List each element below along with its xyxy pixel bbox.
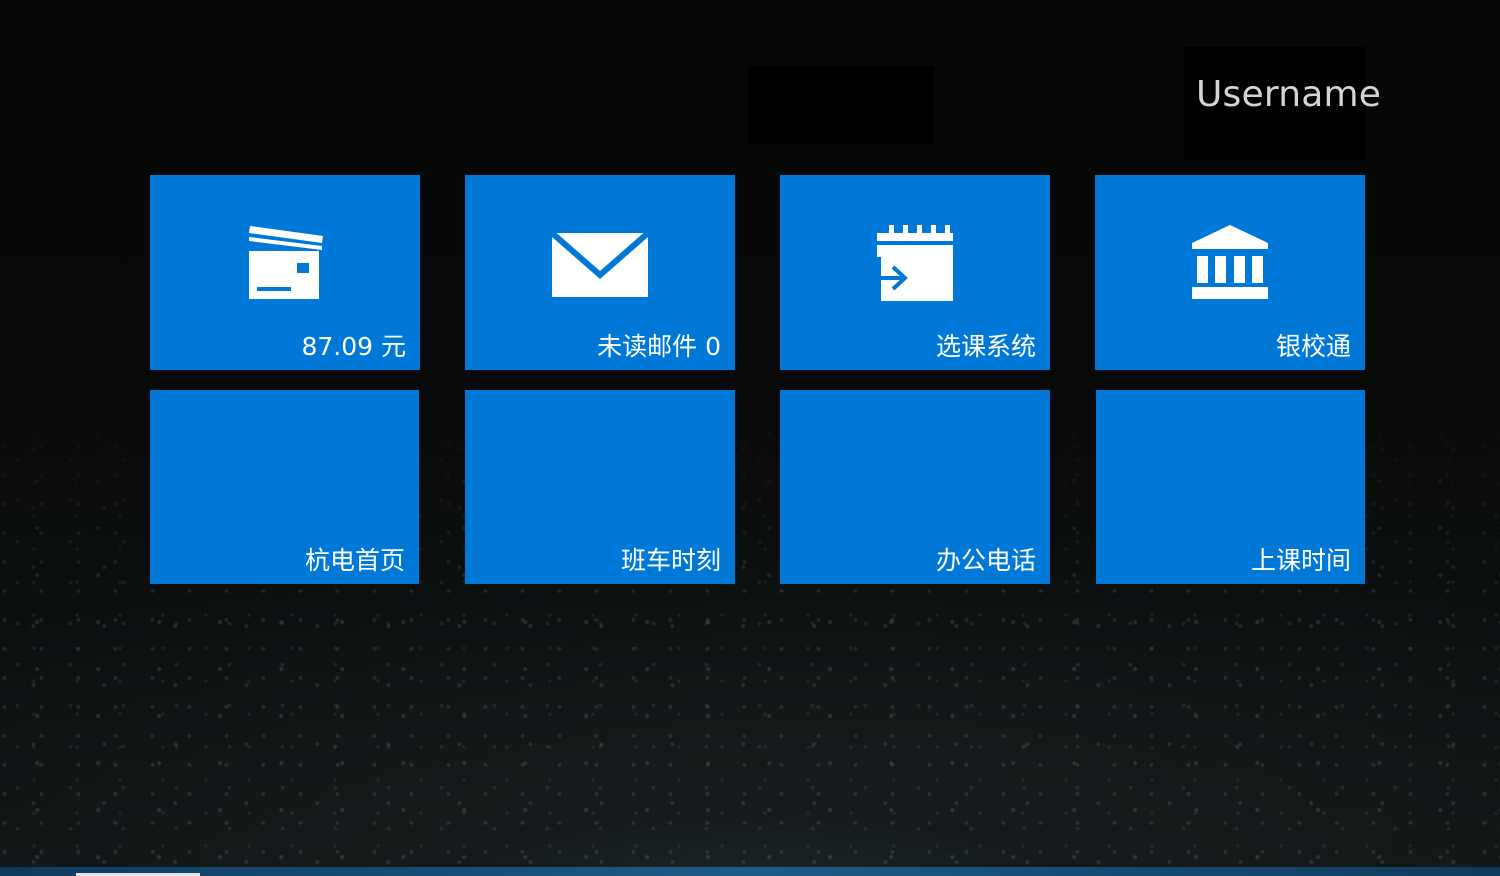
calendar-enter-icon [877, 225, 953, 301]
tile-label: 杭电首页 [304, 546, 405, 575]
tile-label: 87.09 元 [301, 332, 406, 361]
tile-class-time[interactable]: 上课时间 [1096, 390, 1365, 584]
tile-unread-mail[interactable]: 未读邮件 0 [465, 175, 735, 370]
card-icon [249, 226, 323, 299]
tile-hdu-homepage[interactable]: 杭电首页 [150, 390, 419, 584]
tile-shuttle-schedule[interactable]: 班车时刻 [465, 390, 735, 584]
tile-label: 未读邮件 0 [597, 332, 721, 361]
bank-icon [1192, 225, 1268, 299]
tile-bank-school[interactable]: 银校通 [1095, 175, 1365, 370]
username-label[interactable]: Username [1196, 74, 1381, 115]
tile-label: 选课系统 [935, 332, 1036, 361]
tile-course-selection[interactable]: 选课系统 [780, 175, 1050, 370]
taskbar-strip [0, 867, 1500, 876]
tile-card-balance[interactable]: 87.09 元 [150, 175, 420, 370]
tile-office-phone[interactable]: 办公电话 [780, 390, 1050, 584]
tile-label: 上课时间 [1250, 546, 1351, 575]
tile-label: 班车时刻 [620, 546, 721, 575]
title-placeholder-block [748, 66, 934, 144]
tile-label: 办公电话 [935, 546, 1036, 575]
mail-icon [552, 231, 648, 297]
tile-label: 银校通 [1275, 332, 1351, 361]
